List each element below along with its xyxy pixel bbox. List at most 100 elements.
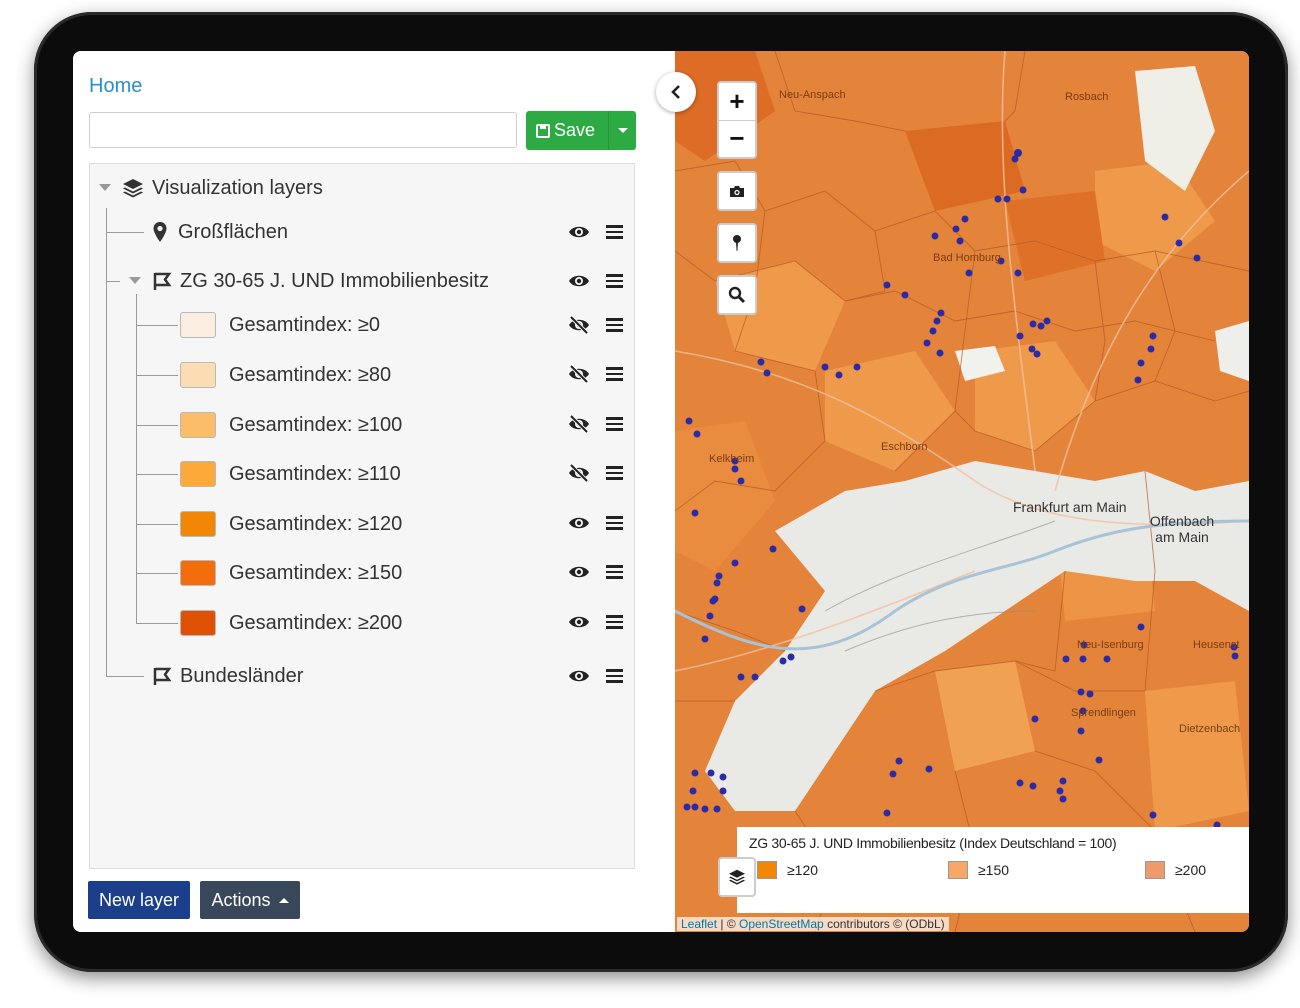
- map-legend: ZG 30-65 J. UND Immobilienbesitz (Index …: [737, 827, 1249, 913]
- class-item[interactable]: Gesamtindex: ≥120: [229, 507, 402, 541]
- new-layer-button[interactable]: New layer: [88, 881, 190, 919]
- class-label: Gesamtindex: ≥80: [229, 363, 392, 386]
- map-label-eschborn: Eschborn: [881, 441, 928, 453]
- tree-root-label: Visualization layers: [152, 176, 323, 199]
- screenshot-button[interactable]: [717, 171, 757, 211]
- map-label-heusenstamm: Heusenst: [1193, 639, 1240, 651]
- camera-icon: [730, 186, 744, 197]
- pin-icon: [733, 235, 741, 251]
- color-swatch: [180, 610, 216, 636]
- caret-up-icon: [278, 897, 289, 903]
- legend-label: ≥120: [787, 862, 819, 878]
- map-label-neu-anspach: Neu-Anspach: [779, 89, 846, 101]
- legend-label: ≥200: [1175, 862, 1207, 878]
- class-label: Gesamtindex: ≥150: [229, 561, 403, 584]
- eye-icon[interactable]: [568, 611, 590, 633]
- menu-icon[interactable]: [606, 669, 623, 683]
- class-label: Gesamtindex: ≥200: [229, 611, 403, 634]
- app-screen: Home Save Visualization layers Großfläch…: [73, 51, 1249, 932]
- collapse-toggle-icon[interactable]: [129, 277, 141, 284]
- eye-icon[interactable]: [568, 665, 590, 687]
- tree-connector: [136, 375, 178, 376]
- menu-icon[interactable]: [606, 417, 623, 431]
- flag-icon: [153, 272, 172, 290]
- collapse-toggle-icon[interactable]: [99, 184, 111, 191]
- menu-icon[interactable]: [606, 225, 623, 239]
- choropleth-map: [675, 51, 1249, 932]
- class-item[interactable]: Gesamtindex: ≥80: [229, 358, 391, 392]
- layer-label: Bundesländer: [180, 664, 304, 687]
- eye-icon[interactable]: [568, 221, 590, 243]
- map-marker-icon: [153, 222, 167, 242]
- class-label: Gesamtindex: ≥120: [229, 512, 403, 535]
- eye-icon[interactable]: [568, 561, 590, 583]
- osm-link[interactable]: OpenStreetMap: [739, 917, 824, 931]
- class-item[interactable]: Gesamtindex: ≥150: [229, 556, 402, 590]
- eye-icon[interactable]: [568, 270, 590, 292]
- eye-icon[interactable]: [568, 512, 590, 534]
- menu-icon[interactable]: [606, 615, 623, 629]
- menu-icon[interactable]: [606, 367, 623, 381]
- menu-icon[interactable]: [606, 466, 623, 480]
- class-label: Gesamtindex: ≥100: [229, 413, 403, 436]
- class-item[interactable]: Gesamtindex: ≥110: [229, 457, 401, 491]
- zoom-out-button[interactable]: −: [719, 121, 755, 158]
- tree-connector: [136, 623, 178, 624]
- locate-button[interactable]: [717, 223, 757, 263]
- map-attribution: Leaflet | © OpenStreetMap contributors ©…: [677, 917, 949, 931]
- layer-name-input[interactable]: [89, 112, 517, 148]
- layers-toggle-button[interactable]: [718, 857, 756, 897]
- map-label-sprendlingen: Sprendlingen: [1071, 707, 1136, 719]
- eye-slash-icon[interactable]: [568, 413, 590, 435]
- class-label: Gesamtindex: ≥0: [229, 313, 381, 336]
- chevron-left-icon: [671, 85, 680, 99]
- color-swatch: [180, 461, 216, 487]
- tree-connector: [106, 208, 107, 676]
- map-label-rosbach: Rosbach: [1065, 91, 1109, 103]
- save-label: Save: [554, 120, 596, 140]
- eye-slash-icon[interactable]: [568, 314, 590, 336]
- legend-swatch: [1145, 861, 1165, 879]
- eye-slash-icon[interactable]: [568, 363, 590, 385]
- tree-connector: [136, 325, 178, 326]
- collapse-panel-button[interactable]: [656, 72, 696, 112]
- menu-icon[interactable]: [606, 318, 623, 332]
- search-button[interactable]: [717, 275, 757, 315]
- save-button[interactable]: Save: [526, 111, 636, 150]
- tree-connector: [106, 676, 144, 677]
- class-item[interactable]: Gesamtindex: ≥200: [229, 606, 402, 640]
- map-label-kelkheim: Kelkheim: [709, 453, 755, 465]
- menu-icon[interactable]: [606, 565, 623, 579]
- class-item[interactable]: Gesamtindex: ≥100: [229, 408, 402, 442]
- flag-icon: [153, 667, 172, 685]
- attribution-text: contributors © (ODbL): [827, 917, 945, 931]
- tree-root[interactable]: Visualization layers: [122, 171, 323, 205]
- home-link[interactable]: Home: [89, 75, 142, 98]
- color-swatch: [180, 560, 216, 586]
- leaflet-link[interactable]: Leaflet: [681, 917, 717, 931]
- layer-label: ZG 30-65 J. UND Immobilienbesitz: [180, 269, 489, 292]
- layer-item-zg-immobilienbesitz[interactable]: ZG 30-65 J. UND Immobilienbesitz: [152, 264, 489, 298]
- color-swatch: [180, 511, 216, 537]
- eye-slash-icon[interactable]: [568, 462, 590, 484]
- menu-icon[interactable]: [606, 516, 623, 530]
- layer-label: Großflächen: [178, 220, 289, 243]
- tree-connector: [136, 294, 137, 624]
- class-item[interactable]: Gesamtindex: ≥0: [229, 308, 380, 342]
- legend-item: ≥200: [1145, 861, 1206, 879]
- zoom-in-button[interactable]: +: [719, 83, 755, 121]
- map-label-dietzenbach: Dietzenbach: [1179, 723, 1241, 735]
- map-view[interactable]: Frankfurt am Main Offenbach am Main Esch…: [675, 51, 1249, 932]
- tree-connector: [136, 474, 178, 475]
- menu-icon[interactable]: [606, 274, 623, 288]
- layer-item-bundeslaender[interactable]: Bundesländer: [152, 659, 303, 693]
- actions-button[interactable]: Actions: [200, 881, 300, 919]
- class-label: Gesamtindex: ≥110: [229, 462, 401, 485]
- map-label-neu-isenburg: Neu-Isenburg: [1077, 639, 1144, 651]
- chevron-down-icon[interactable]: [618, 128, 628, 133]
- tree-connector: [136, 425, 178, 426]
- tree-connector: [136, 524, 178, 525]
- legend-swatch: [757, 861, 777, 879]
- legend-item: ≥120: [757, 861, 818, 879]
- layer-item-grossflaechen[interactable]: Großflächen: [152, 215, 288, 249]
